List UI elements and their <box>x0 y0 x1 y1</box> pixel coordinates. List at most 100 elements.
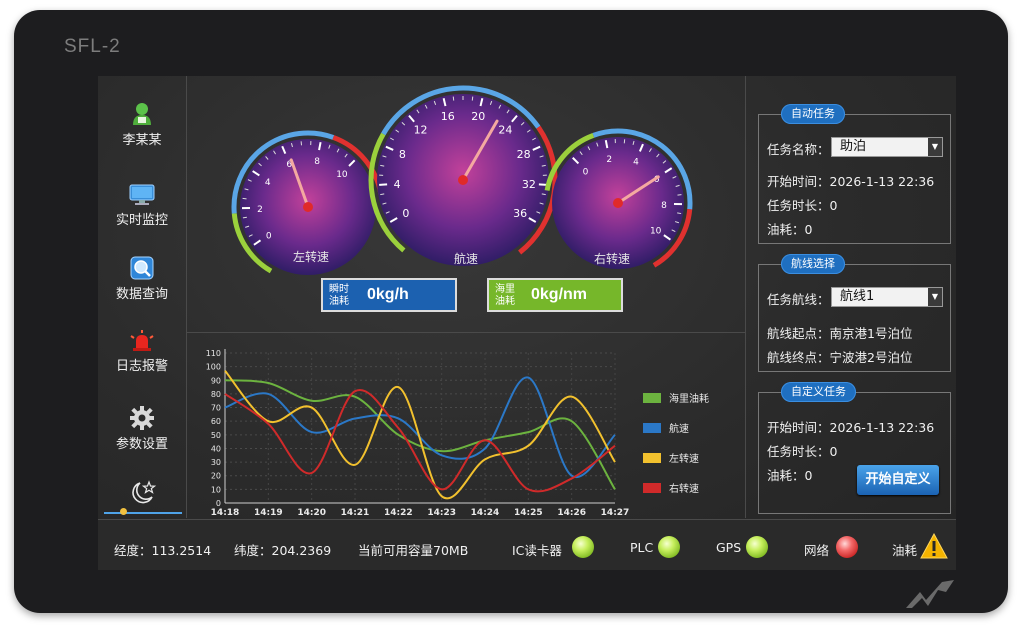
center-gauge-tick-label: 0 <box>402 207 409 220</box>
sidebar-item-settings[interactable]: 参数设置 <box>98 406 186 452</box>
nm-fuel-label-1: 海里 <box>495 284 515 295</box>
right-gauge-minor-tick <box>677 194 682 196</box>
center-gauge-tick-label: 32 <box>522 178 536 191</box>
center-gauge: 0 4 8 12 16 20 24 28 32 36 <box>368 85 558 266</box>
center-gauge-hub <box>458 175 468 185</box>
gauges-panel: 0 2 4 6 8 10 0 4 8 12 16 20 24 28 32 36 0 2 4 6 8 10 左转速 航速 右… <box>187 76 745 333</box>
left-gauge-tick-label: 4 <box>265 178 271 188</box>
ic-reader-status-icon <box>572 536 594 558</box>
device-frame: SFL-2 李某某 实时监控 数据查询 日志报警 参数设置 0 2 4 6 8 … <box>14 10 1008 613</box>
search-icon <box>130 256 154 280</box>
chart-y-tick-label: 110 <box>206 349 221 358</box>
center-gauge-tick-label: 20 <box>471 110 485 123</box>
center-gauge-tick-label: 24 <box>498 123 512 136</box>
route-end: 航线终点：宁波港2号泊位 <box>767 350 913 365</box>
chart-x-tick-label: 14:23 <box>427 508 456 518</box>
custom-start-time: 开始时间：2026-1-13 22:36 <box>767 420 935 435</box>
right-gauge-tick-label: 2 <box>606 155 612 165</box>
chart-y-tick-label: 30 <box>211 458 221 467</box>
network-status-icon <box>836 536 858 558</box>
fuel-warning-label: 油耗 <box>892 543 918 558</box>
right-gauge-tick-label: 8 <box>661 201 667 211</box>
left-gauge-tick-label: 8 <box>314 157 320 167</box>
sidebar-item-label: 参数设置 <box>115 437 168 452</box>
screen: 李某某 实时监控 数据查询 日志报警 参数设置 0 2 4 6 8 10 0 4… <box>98 76 956 570</box>
right-gauge-tick-label: 10 <box>650 226 662 236</box>
chart-legend-swatch <box>643 393 661 403</box>
route-title: 航线选择 <box>781 254 845 274</box>
task-name-select[interactable]: 助泊 ▼ <box>831 137 943 157</box>
task-name-value: 助泊 <box>840 139 867 154</box>
center-gauge-minor-tick <box>541 193 546 196</box>
plc-label: PLC <box>630 540 654 555</box>
longitude-text: 经度：113.2514 <box>114 543 212 558</box>
center-gauge-minor-tick <box>380 193 385 196</box>
chart-x-tick-label: 14:22 <box>384 508 413 518</box>
theme-slider-knob[interactable] <box>120 508 127 515</box>
warning-icon <box>920 533 948 559</box>
chart-x-tick-label: 14:26 <box>557 508 586 518</box>
gps-status-icon <box>746 536 768 558</box>
user-icon <box>133 103 151 125</box>
auto-task-panel: 自动任务 任务名称： 助泊 ▼ 开始时间：2026-1-13 22:36 任务时… <box>758 104 951 244</box>
sidebar-item-label: 实时监控 <box>115 213 168 228</box>
start-custom-button[interactable]: 开始自定义 <box>857 465 939 495</box>
task-panel: 自动任务 任务名称： 助泊 ▼ 开始时间：2026-1-13 22:36 任务时… <box>745 76 956 518</box>
instant-fuel-label-2: 油耗 <box>329 296 349 307</box>
device-model-label: SFL-2 <box>64 36 121 57</box>
chart-y-tick-label: 80 <box>211 390 221 399</box>
chart-x-tick-label: 14:24 <box>471 508 500 518</box>
chart-y-tick-label: 90 <box>211 376 221 385</box>
gear-icon <box>130 406 154 430</box>
chart-x-tick-label: 14:25 <box>514 508 543 518</box>
chart-legend-label: 左转速 <box>669 452 699 465</box>
chart-x-tick-label: 14:19 <box>254 508 283 518</box>
chart-y-tick-label: 40 <box>211 444 221 453</box>
gps-label: GPS <box>716 540 742 555</box>
left-gauge-tick-label: 10 <box>336 170 348 180</box>
route-label: 任务航线： <box>767 292 830 307</box>
sidebar: 李某某 实时监控 数据查询 日志报警 参数设置 <box>98 76 187 518</box>
center-gauge-tick-label: 4 <box>394 178 401 191</box>
nm-fuel-box: 海里 油耗 0kg/nm <box>487 278 623 312</box>
chart-legend-swatch <box>643 453 661 463</box>
right-gauge-hub <box>613 198 623 208</box>
auto-duration: 任务时长：0 <box>767 198 838 213</box>
status-bar: 经度：113.2514 纬度：204.2369 当前可用容量70MB IC读卡器… <box>98 519 956 570</box>
chart-y-tick-label: 10 <box>211 485 221 494</box>
right-gauge: 02 46810 <box>544 128 693 269</box>
sidebar-item-realtime-monitor[interactable]: 实时监控 <box>98 184 186 228</box>
chart-x-tick-label: 14:27 <box>601 508 630 518</box>
auto-task-title: 自动任务 <box>781 104 845 124</box>
left-gauge-minor-tick <box>242 197 247 200</box>
chart-y-tick-label: 50 <box>211 431 221 440</box>
nm-fuel-label: 海里 油耗 <box>495 284 515 308</box>
network-label: 网络 <box>804 543 830 558</box>
chart-legend-swatch <box>643 423 661 433</box>
center-gauge-minor-tick <box>541 164 546 167</box>
sidebar-item-user[interactable]: 李某某 <box>98 102 186 148</box>
moon-star-icon[interactable] <box>128 480 158 506</box>
route-value: 航线1 <box>840 289 875 304</box>
chevron-down-icon: ▼ <box>928 288 942 306</box>
instant-fuel-label: 瞬时 油耗 <box>329 284 349 308</box>
sidebar-item-log-alarm[interactable]: 日志报警 <box>98 330 186 374</box>
route-start: 航线起点：南京港1号泊位 <box>767 326 913 341</box>
left-gauge-tick-label: 2 <box>257 205 263 215</box>
custom-duration: 任务时长：0 <box>767 444 838 459</box>
custom-fuel: 油耗：0 <box>767 468 813 483</box>
chart-y-tick-label: 0 <box>216 499 221 508</box>
sidebar-item-data-query[interactable]: 数据查询 <box>98 256 186 302</box>
left-gauge-hub <box>303 202 313 212</box>
chart-legend-label: 航速 <box>669 422 689 435</box>
center-gauge-label: 航速 <box>454 252 479 266</box>
route-select[interactable]: 航线1 ▼ <box>831 287 943 307</box>
monitor-icon <box>129 184 155 205</box>
alarm-icon <box>130 330 154 351</box>
sidebar-item-label: 数据查询 <box>115 287 168 302</box>
center-gauge-tick-label: 28 <box>517 148 531 161</box>
center-gauge-tick-label: 36 <box>513 207 527 220</box>
chart-legend-swatch <box>643 483 661 493</box>
ic-reader-label: IC读卡器 <box>512 543 562 558</box>
theme-slider-track[interactable] <box>104 512 182 514</box>
